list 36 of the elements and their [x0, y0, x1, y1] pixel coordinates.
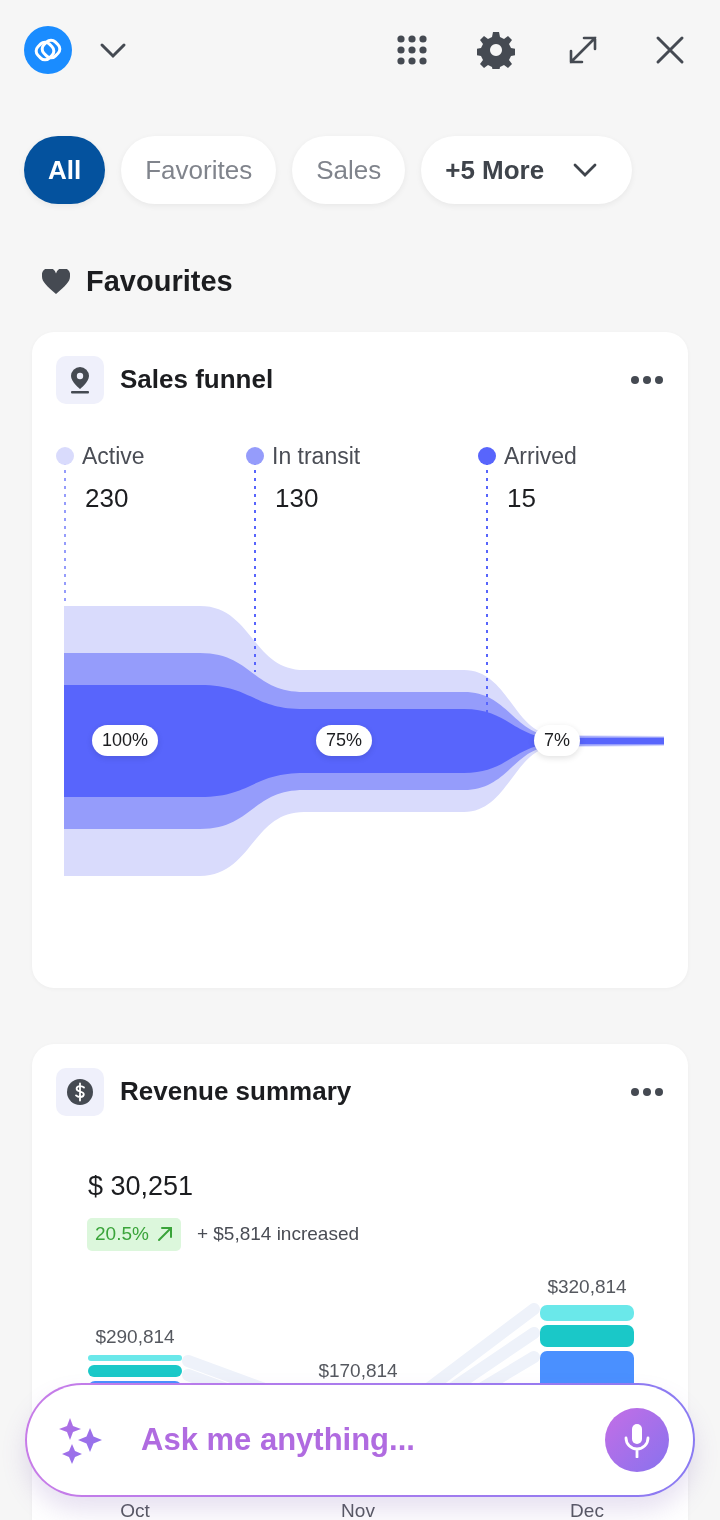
filter-chip[interactable]: All [24, 136, 106, 204]
expand-icon[interactable] [567, 34, 599, 66]
percent-label: 7% [534, 724, 580, 756]
bar-value: $290,814 [95, 1324, 175, 1349]
more-icon[interactable] [630, 374, 664, 385]
location-pin-icon [68, 365, 92, 394]
apps-grid-icon[interactable] [397, 35, 427, 65]
card-title: Revenue summary [120, 1075, 353, 1108]
dollar-icon [66, 1077, 94, 1106]
more-icon[interactable] [630, 1086, 664, 1097]
stage-label: In transit [272, 441, 361, 471]
microphone-icon [623, 1422, 651, 1458]
bar-value: $170,814 [318, 1358, 398, 1383]
stage-label: Arrived [504, 441, 577, 471]
filter-chip[interactable]: +5 More [421, 136, 633, 204]
month-label: Nov [341, 1498, 375, 1520]
heart-icon [42, 268, 70, 295]
settings-icon[interactable] [477, 31, 515, 69]
month-label: Dec [570, 1498, 604, 1520]
month-label: Oct [120, 1498, 150, 1520]
stage-count: 15 [507, 481, 537, 514]
card-title: Sales funnel [120, 363, 275, 396]
filter-chip[interactable]: Sales [292, 136, 406, 204]
stage-count: 130 [275, 481, 320, 514]
section-title: Favourites [86, 264, 233, 299]
revenue-total: $ 30,251 [88, 1169, 195, 1203]
bar-value: $320,814 [547, 1274, 627, 1299]
filter-chip[interactable]: Favorites [121, 136, 277, 204]
trend-up-icon [156, 1226, 173, 1243]
change-badge: 20.5% [87, 1218, 181, 1251]
stage-count: 230 [85, 481, 130, 514]
ask-field[interactable]: Ask me anything... [139, 1415, 579, 1465]
logo-icon[interactable] [24, 26, 72, 74]
stage-label: Active [82, 441, 145, 471]
close-icon[interactable] [655, 35, 685, 65]
change-note: + $5,814 increased [196, 1222, 360, 1246]
